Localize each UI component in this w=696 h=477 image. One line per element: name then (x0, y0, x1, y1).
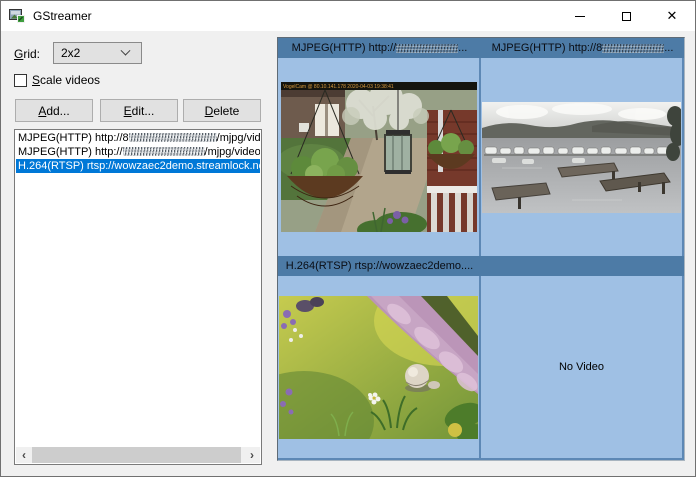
delete-button[interactable]: Delete (183, 99, 261, 122)
horizontal-scrollbar[interactable]: ‹ › (16, 447, 260, 463)
scale-videos-row: Scale videos (14, 73, 100, 87)
window-title: GStreamer (33, 9, 92, 23)
stream-list-items: MJPEG(HTTP) http://8/mjpg/vide MJPEG(HTT… (16, 131, 260, 173)
scroll-right-icon: › (250, 448, 254, 462)
grid-divider-bottom (278, 458, 684, 460)
add-button[interactable]: Add... (15, 99, 93, 122)
video-cell-empty: No Video (481, 276, 682, 458)
chevron-down-icon (121, 45, 131, 55)
scale-videos-label[interactable]: Scale videos (32, 73, 100, 87)
minimize-button[interactable] (557, 1, 603, 31)
scale-videos-checkbox[interactable] (14, 74, 27, 87)
minimize-icon (575, 16, 585, 17)
marina-video (482, 102, 681, 213)
redacted-url (396, 44, 458, 53)
edit-button[interactable]: Edit... (100, 99, 178, 122)
video-cell-title-1: MJPEG(HTTP) http://... (278, 38, 481, 58)
video-cell-title-3: H.264(RTSP) rtsp://wowzaec2demo.... (278, 256, 481, 276)
list-item[interactable]: MJPEG(HTTP) http://8/mjpg/vide (16, 131, 260, 145)
video-grid-header-row2: H.264(RTSP) rtsp://wowzaec2demo.... (278, 256, 684, 276)
scroll-left-icon: ‹ (22, 448, 26, 462)
garden-video: VogelCam @ 80.10.141.178 2020-04-03 19:3… (281, 82, 477, 232)
scroll-left-button[interactable]: ‹ (16, 447, 32, 463)
grid-divider (682, 58, 684, 256)
close-icon: ✕ (667, 8, 678, 24)
titlebar: GStreamer ✕ (1, 1, 695, 31)
client-area: Grid: 2x2 Scale videos Add... Edit... De… (1, 31, 695, 476)
grid-label: Grid: (14, 47, 40, 61)
video-cell-title-2: MJPEG(HTTP) http://8... (481, 38, 684, 58)
maximize-icon (622, 12, 631, 21)
no-video-placeholder: No Video (559, 361, 604, 373)
video-panel: MJPEG(HTTP) http://... MJPEG(HTTP) http:… (277, 37, 685, 461)
redacted-url (123, 147, 205, 156)
camera-overlay-text: VogelCam @ 80.10.141.178 2020-04-03 19:3… (283, 84, 394, 90)
close-button[interactable]: ✕ (649, 1, 695, 31)
grid-divider (682, 276, 684, 458)
list-item[interactable]: MJPEG(HTTP) http:///mjpg/video (16, 145, 260, 159)
video-cell-marina (481, 58, 682, 256)
app-window: GStreamer ✕ Grid: 2x2 Scale videos Add..… (0, 0, 696, 477)
redacted-url (602, 44, 664, 53)
maximize-button[interactable] (603, 1, 649, 31)
video-grid-header-row1: MJPEG(HTTP) http://... MJPEG(HTTP) http:… (278, 38, 684, 58)
video-cell-title-4 (481, 256, 684, 276)
scroll-thumb[interactable] (32, 447, 241, 463)
list-item-selected[interactable]: H.264(RTSP) rtsp://wowzaec2demo.streamlo… (16, 159, 260, 173)
grid-select[interactable]: 2x2 (53, 42, 142, 64)
video-grid-row2: No Video (278, 276, 684, 458)
video-cell-garden: VogelCam @ 80.10.141.178 2020-04-03 19:3… (278, 58, 479, 256)
video-cell-meadow (278, 276, 479, 458)
redacted-url (129, 133, 217, 142)
app-icon (9, 8, 25, 24)
stream-list: MJPEG(HTTP) http://8/mjpg/vide MJPEG(HTT… (14, 129, 262, 465)
grid-select-value: 2x2 (61, 46, 80, 60)
scroll-right-button[interactable]: › (244, 447, 260, 463)
video-grid-row1: VogelCam @ 80.10.141.178 2020-04-03 19:3… (278, 58, 684, 256)
meadow-video (279, 296, 478, 439)
caption-buttons: ✕ (557, 1, 695, 31)
